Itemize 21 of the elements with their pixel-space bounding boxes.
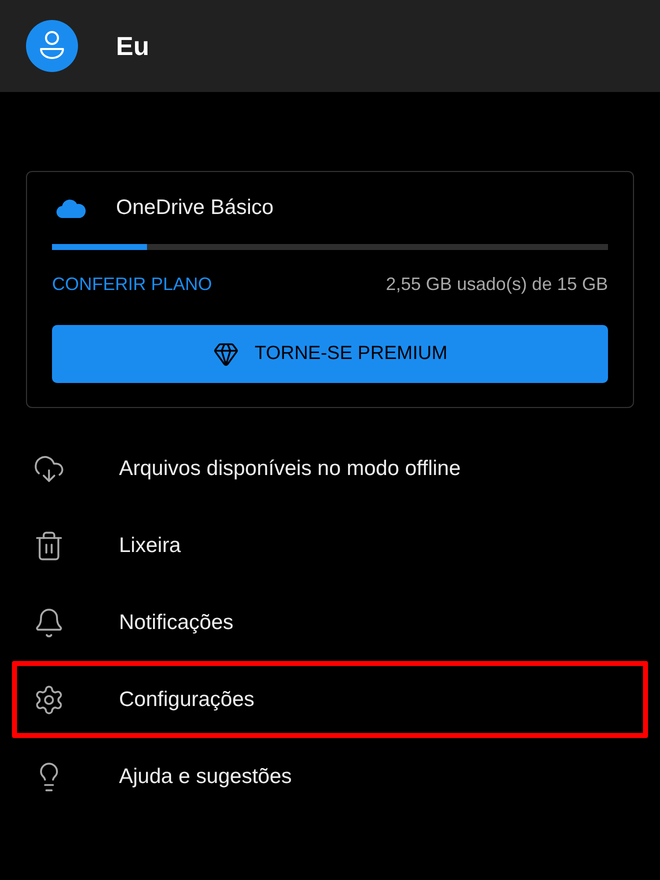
menu-item[interactable]: Notificações [12, 584, 648, 661]
menu-item[interactable]: Configurações [12, 661, 648, 738]
diamond-icon [212, 341, 239, 367]
plan-name: OneDrive Básico [116, 196, 274, 220]
storage-usage: 2,55 GB usado(s) de 15 GB [386, 274, 608, 295]
bell-icon [33, 606, 65, 638]
menu-item[interactable]: Lixeira [12, 507, 648, 584]
settings-icon [33, 684, 65, 716]
menu-label: Notificações [119, 610, 234, 634]
view-plan-link[interactable]: CONFERIR PLANO [52, 274, 212, 295]
menu-item[interactable]: Ajuda e sugestões [12, 738, 648, 815]
menu-item[interactable]: Arquivos disponíveis no modo offline [12, 430, 648, 507]
trash-icon [33, 530, 65, 562]
menu-label: Ajuda e sugestões [119, 764, 292, 788]
menu-label: Configurações [119, 688, 254, 712]
menu-label: Arquivos disponíveis no modo offline [119, 456, 461, 480]
menu-label: Lixeira [119, 534, 181, 558]
avatar-icon[interactable] [26, 20, 78, 72]
premium-button[interactable]: TORNE-SE PREMIUM [52, 325, 608, 383]
header-title: Eu [116, 30, 150, 62]
cloud-icon [56, 198, 86, 218]
